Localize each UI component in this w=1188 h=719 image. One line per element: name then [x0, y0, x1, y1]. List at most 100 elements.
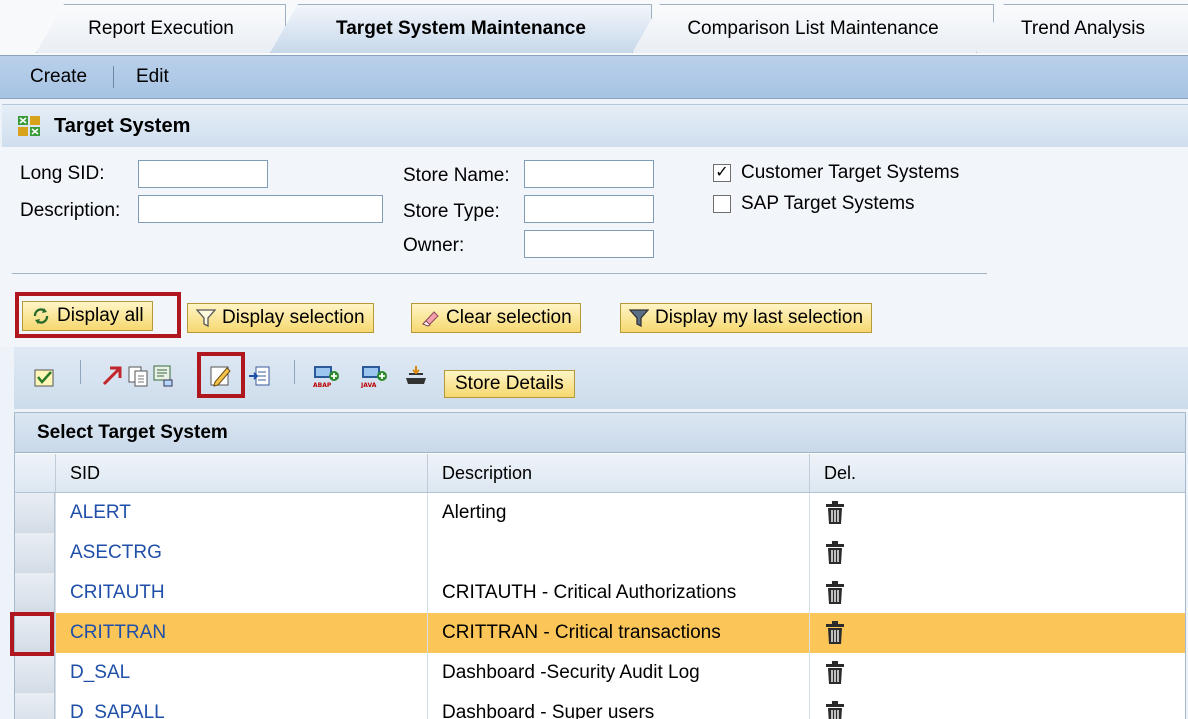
long-sid-input[interactable] [138, 160, 268, 188]
select-column-header[interactable] [15, 454, 55, 492]
store-details-button[interactable]: Store Details [444, 370, 575, 398]
toolbar-separator [80, 360, 81, 384]
table-row[interactable]: ALERT Alerting [15, 493, 1185, 534]
delete-cell [809, 693, 1185, 719]
long-sid-label: Long SID: [20, 163, 105, 184]
description-cell: Dashboard - Super users [427, 693, 809, 719]
tab-label: Trend Analysis [1021, 18, 1145, 39]
display-selection-button[interactable]: Display selection [187, 303, 374, 333]
eraser-icon [422, 311, 439, 327]
target-system-icon [18, 116, 40, 136]
display-selection-label: Display selection [222, 307, 365, 328]
delete-cell [809, 613, 1185, 653]
column-header-delete[interactable]: Del. [809, 454, 1185, 492]
trash-icon[interactable] [824, 541, 846, 565]
delete-cell [809, 573, 1185, 613]
description-cell [427, 533, 809, 573]
sid-cell[interactable]: ALERT [55, 493, 427, 533]
owner-label: Owner: [403, 235, 465, 256]
menu-bar: Create Edit [0, 56, 1188, 99]
toolbar-separator [294, 360, 295, 384]
delete-cell [809, 493, 1185, 533]
column-header-description[interactable]: Description [427, 454, 809, 492]
display-last-selection-label: Display my last selection [655, 307, 864, 328]
store-icon[interactable] [404, 364, 428, 388]
edit-icon[interactable] [208, 364, 232, 388]
copy-icon[interactable] [126, 364, 150, 388]
menu-separator [113, 66, 114, 88]
display-all-button[interactable]: Display all [22, 301, 153, 331]
description-cell: CRITAUTH - Critical Authorizations [427, 573, 809, 613]
table-toolbar [14, 347, 1188, 409]
tab-target-system-maintenance[interactable]: Target System Maintenance [270, 4, 652, 53]
trash-icon[interactable] [824, 621, 846, 645]
details-icon[interactable] [152, 364, 176, 388]
tab-comparison-list-maintenance[interactable]: Comparison List Maintenance [632, 4, 994, 53]
sid-cell[interactable]: D_SAL [55, 653, 427, 693]
svg-text:JAVA: JAVA [360, 382, 377, 388]
column-header-sid[interactable]: SID [55, 454, 427, 492]
store-type-label: Store Type: [403, 201, 500, 222]
description-input[interactable] [138, 195, 383, 223]
display-last-selection-button[interactable]: Display my last selection [620, 303, 873, 333]
trash-icon[interactable] [824, 581, 846, 605]
display-all-label: Display all [57, 305, 144, 326]
add-abap-system-icon[interactable]: ABAP [312, 364, 344, 388]
sid-cell[interactable]: D_SAPALL [55, 693, 427, 719]
table-row[interactable]: CRITAUTH CRITAUTH - Critical Authorizatio… [15, 573, 1185, 614]
tab-trend-analysis[interactable]: Trend Analysis [976, 4, 1188, 53]
panel-header: Target System [2, 104, 1188, 148]
tab-label: Comparison List Maintenance [687, 18, 939, 39]
row-selector[interactable] [15, 653, 55, 693]
menu-edit[interactable]: Edit [136, 56, 169, 98]
description-cell: Alerting [427, 493, 809, 533]
sap-target-label: SAP Target Systems [741, 193, 915, 214]
target-system-table: Select Target System SID Description Del… [14, 412, 1186, 719]
add-java-system-icon[interactable]: JAVA [360, 364, 392, 388]
trash-icon[interactable] [824, 701, 846, 719]
table-row[interactable]: ASECTRG [15, 533, 1185, 574]
store-name-label: Store Name: [403, 165, 510, 186]
description-label: Description: [20, 200, 121, 221]
store-name-input[interactable] [524, 160, 654, 188]
description-cell: Dashboard -Security Audit Log [427, 653, 809, 693]
row-selector[interactable] [15, 493, 55, 533]
table-row[interactable]: D_SAPALL Dashboard - Super users [15, 693, 1185, 719]
trash-icon[interactable] [824, 501, 846, 525]
row-selector[interactable] [15, 573, 55, 613]
clear-selection-label: Clear selection [446, 307, 572, 328]
delete-cell [809, 533, 1185, 573]
tab-strip: Report Execution Target System Maintenan… [0, 0, 1188, 56]
filter-last-icon [629, 309, 649, 327]
store-type-input[interactable] [524, 195, 654, 223]
tab-label: Report Execution [88, 18, 234, 39]
select-all-icon[interactable] [32, 364, 56, 388]
row-selector[interactable] [15, 533, 55, 573]
customer-target-checkbox[interactable]: ✓ [713, 164, 731, 182]
sap-target-checkbox[interactable] [713, 195, 731, 213]
sid-cell[interactable]: ASECTRG [55, 533, 427, 573]
import-icon[interactable] [248, 364, 272, 388]
delete-cell [809, 653, 1185, 693]
tab-report-execution[interactable]: Report Execution [36, 4, 286, 53]
menu-create[interactable]: Create [30, 56, 87, 98]
owner-input[interactable] [524, 230, 654, 258]
table-header: SID Description Del. [15, 454, 1185, 493]
panel-title: Target System [54, 115, 191, 137]
description-cell: CRITTRAN - Critical transactions [427, 613, 809, 653]
form-divider [12, 273, 987, 274]
customer-target-label: Customer Target Systems [741, 162, 960, 183]
trash-icon[interactable] [824, 661, 846, 685]
tab-label: Target System Maintenance [336, 18, 586, 39]
table-row[interactable]: D_SAL Dashboard -Security Audit Log [15, 653, 1185, 694]
expand-icon[interactable] [100, 364, 124, 388]
svg-text:ABAP: ABAP [313, 382, 332, 388]
sid-cell[interactable]: CRITAUTH [55, 573, 427, 613]
clear-selection-button[interactable]: Clear selection [411, 303, 581, 333]
filter-icon [196, 309, 216, 327]
table-row[interactable]: CRITTRAN CRITTRAN - Critical transactions [15, 613, 1185, 654]
row-selector[interactable] [15, 693, 55, 719]
row-selector[interactable] [15, 613, 55, 653]
sid-cell[interactable]: CRITTRAN [55, 613, 427, 653]
table-title: Select Target System [15, 413, 1185, 453]
